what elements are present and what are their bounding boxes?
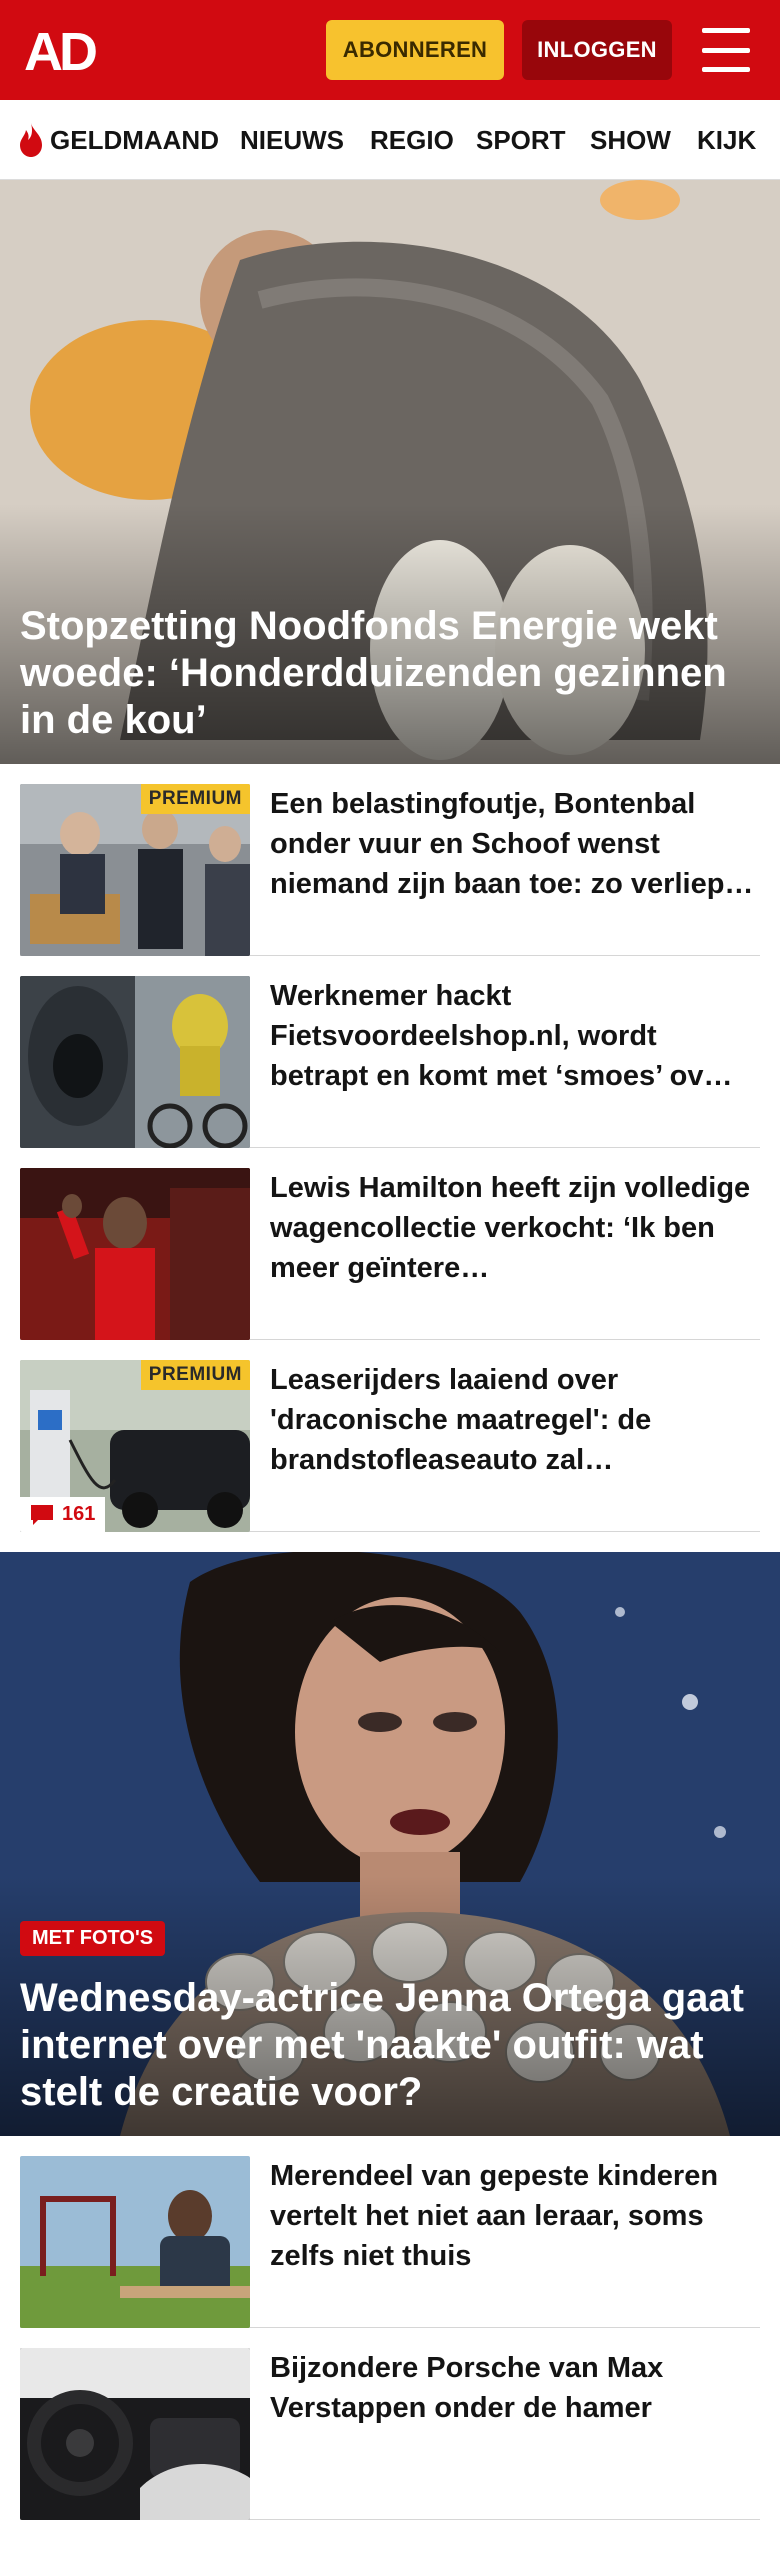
premium-badge: PREMIUM — [140, 784, 250, 814]
list-item[interactable]: Werknemer hackt Fietsvoordeelshop.nl, wo… — [20, 956, 760, 1148]
article-title[interactable]: Een belastingfoutje, Bontenbal onder vuu… — [270, 784, 760, 904]
comment-icon — [31, 1504, 53, 1525]
comment-count-value: 161 — [62, 1503, 96, 1525]
list-item[interactable]: Bijzondere Porsche van Max Verstappen on… — [20, 2328, 760, 2520]
list-item[interactable]: PREMIUM 161 Leaserijders laaiend over 'd… — [20, 1340, 760, 1532]
list-item[interactable]: PREMIUM Een belastingfoutje, Bontenbal o… — [20, 764, 760, 956]
ad-logo[interactable]: AD — [24, 24, 116, 76]
article-thumbnail — [20, 2348, 250, 2520]
hero-title[interactable]: Wednesday-actrice Jenna Ortega gaat inte… — [20, 1975, 756, 2116]
article-thumbnail — [20, 976, 250, 1148]
subscribe-button[interactable]: ABONNEREN — [326, 20, 504, 80]
logo-text: AD — [24, 24, 96, 76]
login-button[interactable]: INLOGGEN — [522, 20, 672, 80]
nav-item-kijk[interactable]: KIJK — [697, 100, 756, 180]
list-item[interactable]: Lewis Hamilton heeft zijn volledige wage… — [20, 1148, 760, 1340]
article-thumbnail: PREMIUM — [20, 784, 250, 956]
article-title[interactable]: Werknemer hackt Fietsvoordeelshop.nl, wo… — [270, 976, 760, 1096]
list-item[interactable]: Merendeel van gepeste kinderen vertelt h… — [20, 2136, 760, 2328]
article-title[interactable]: Bijzondere Porsche van Max Verstappen on… — [270, 2348, 760, 2428]
photos-badge: MET FOTO'S — [20, 1921, 166, 1956]
top-bar: AD ABONNEREN INLOGGEN — [0, 0, 780, 100]
nav-item-nieuws[interactable]: NIEUWS — [240, 100, 344, 180]
article-thumbnail — [20, 2156, 250, 2328]
article-thumbnail — [20, 1168, 250, 1340]
nav-item-sport[interactable]: SPORT — [476, 100, 566, 180]
comment-count[interactable]: 161 — [20, 1497, 106, 1532]
article-title[interactable]: Leaserijders laaiend over 'draconische m… — [270, 1360, 760, 1480]
nav-item-regio[interactable]: REGIO — [370, 100, 454, 180]
hero-article-2[interactable]: MET FOTO'S Wednesday-actrice Jenna Orteg… — [0, 1552, 780, 2136]
article-title[interactable]: Merendeel van gepeste kinderen vertelt h… — [270, 2156, 760, 2276]
article-list: PREMIUM Een belastingfoutje, Bontenbal o… — [0, 764, 780, 1532]
premium-badge: PREMIUM — [140, 1360, 250, 1390]
hamburger-menu-icon[interactable] — [702, 28, 750, 72]
article-list-2: Merendeel van gepeste kinderen vertelt h… — [0, 2136, 780, 2520]
article-thumbnail: PREMIUM 161 — [20, 1360, 250, 1532]
flame-icon — [20, 123, 42, 157]
hero-title[interactable]: Stopzetting Noodfonds Energie wekt woede… — [20, 603, 756, 744]
nav-item-show[interactable]: SHOW — [590, 100, 671, 180]
hero-article[interactable]: Stopzetting Noodfonds Energie wekt woede… — [0, 180, 780, 764]
nav-item-geldmaand[interactable]: GELDMAAND — [50, 100, 219, 180]
section-nav: GELDMAAND NIEUWS REGIO SPORT SHOW KIJK — [0, 100, 780, 180]
article-title[interactable]: Lewis Hamilton heeft zijn volledige wage… — [270, 1168, 760, 1288]
